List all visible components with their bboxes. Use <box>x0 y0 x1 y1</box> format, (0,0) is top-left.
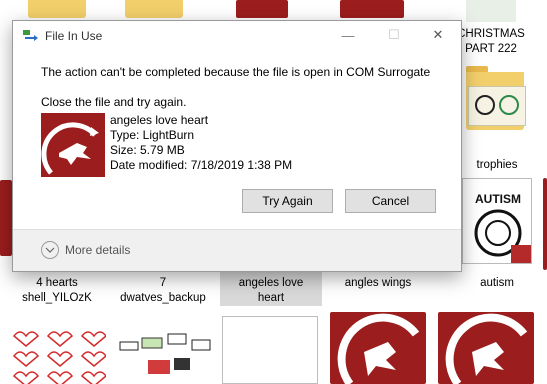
dialog-divider <box>13 229 461 230</box>
dialog-title: File In Use <box>45 29 103 43</box>
file-details: angeles love heart Type: LightBurn Size:… <box>110 113 292 173</box>
file-name: angeles love heart <box>110 113 209 127</box>
instruction-text: Close the file and try again. <box>41 95 187 109</box>
cancel-button[interactable]: Cancel <box>345 189 436 213</box>
file-label-christmas[interactable]: CHRISTMAS PART 222 <box>456 27 526 57</box>
minimize-button[interactable]: — <box>325 21 371 49</box>
hearts-pattern-thumbnail[interactable] <box>8 326 106 384</box>
close-button[interactable]: ✕ <box>415 21 461 49</box>
more-details-toggle[interactable]: More details <box>41 241 130 259</box>
dragon-file-icon <box>41 113 105 177</box>
file-label-autism[interactable]: autism <box>462 276 532 291</box>
file-label-dwatves[interactable]: 7 dwatves_backup <box>110 276 216 306</box>
folder-icon[interactable] <box>28 0 86 18</box>
dragon-thumbnail[interactable] <box>330 312 426 384</box>
dialog-titlebar[interactable]: File In Use — ☐ ✕ <box>13 21 461 49</box>
dragon-thumbnail[interactable] <box>0 180 12 256</box>
blank-document-thumbnail[interactable] <box>222 316 318 384</box>
dragon-thumbnail[interactable] <box>438 312 534 384</box>
more-details-label[interactable]: More details <box>65 243 130 257</box>
file-label-wings[interactable]: angles wings <box>330 276 426 291</box>
autism-thumbnail[interactable]: AUTISM <box>462 178 532 264</box>
maximize-button: ☐ <box>388 27 400 42</box>
file-transfer-icon <box>23 30 39 41</box>
folder-icon[interactable] <box>125 0 183 18</box>
file-date-modified: Date modified: 7/18/2019 1:38 PM <box>110 158 293 172</box>
trophies-thumbnail[interactable] <box>468 86 526 126</box>
file-type: Type: LightBurn <box>110 128 195 142</box>
dragon-thumbnail[interactable] <box>543 178 547 270</box>
file-label-angeles[interactable]: angeles love heart <box>220 276 322 306</box>
chevron-down-icon[interactable] <box>41 241 59 259</box>
file-label-hearts[interactable]: 4 hearts shell_YILOzK <box>16 276 98 306</box>
file-label-trophies[interactable]: trophies <box>462 158 532 173</box>
try-again-button[interactable]: Try Again <box>242 189 333 213</box>
christmas-thumbnail[interactable] <box>466 0 516 22</box>
autism-art-text: AUTISM <box>475 192 521 206</box>
dragon-thumbnail[interactable] <box>340 0 404 18</box>
dialog-content: The action can't be completed because th… <box>13 49 461 229</box>
file-size: Size: 5.79 MB <box>110 143 185 157</box>
dragon-thumbnail[interactable] <box>236 0 288 18</box>
error-message: The action can't be completed because th… <box>41 65 431 79</box>
file-in-use-dialog: File In Use — ☐ ✕ The action can't be co… <box>12 20 462 272</box>
dwarves-thumbnail[interactable] <box>112 330 216 384</box>
